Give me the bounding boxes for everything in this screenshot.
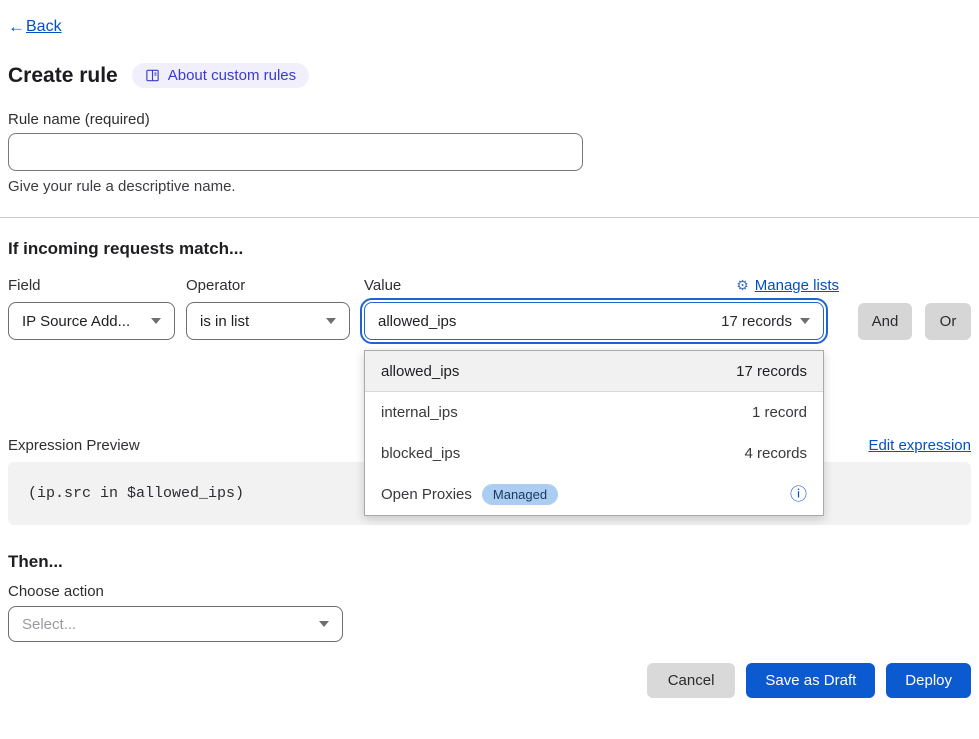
field-select-value: IP Source Add... [22, 313, 130, 330]
rule-name-input[interactable] [8, 133, 583, 171]
back-link[interactable]: ←Back [8, 17, 62, 37]
info-icon[interactable]: ⓘ [790, 486, 807, 503]
operator-label: Operator [186, 277, 350, 294]
action-select-placeholder: Select... [22, 616, 76, 633]
managed-badge: Managed [482, 484, 558, 505]
value-select-name: allowed_ips [378, 313, 456, 330]
about-badge-label: About custom rules [168, 67, 296, 84]
value-select-count: 17 records [721, 313, 792, 330]
rule-name-label: Rule name (required) [8, 111, 971, 128]
match-section-heading: If incoming requests match... [8, 239, 971, 259]
dropdown-item-open-proxies[interactable]: Open Proxies Managed ⓘ [365, 474, 823, 515]
book-icon [145, 68, 160, 83]
deploy-button[interactable]: Deploy [886, 663, 971, 698]
operator-select-value: is in list [200, 313, 249, 330]
chevron-down-icon [319, 621, 329, 627]
choose-action-label: Choose action [8, 583, 971, 600]
expression-code: (ip.src in $allowed_ips) [28, 485, 244, 502]
list-name: blocked_ips [381, 445, 460, 462]
value-dropdown-panel: allowed_ips 17 records internal_ips 1 re… [364, 350, 824, 516]
save-as-draft-button[interactable]: Save as Draft [746, 663, 875, 698]
value-label: Value [364, 277, 401, 294]
dropdown-item-internal-ips[interactable]: internal_ips 1 record [365, 392, 823, 433]
create-rule-page: ←Back Create rule About custom rules Rul… [0, 17, 979, 698]
section-divider [0, 217, 979, 218]
gear-icon: ⚙ [736, 277, 749, 294]
chevron-down-icon [800, 318, 810, 324]
back-arrow-icon: ← [8, 17, 25, 37]
list-name: allowed_ips [381, 363, 459, 380]
field-select[interactable]: IP Source Add... [8, 302, 175, 340]
then-section-heading: Then... [8, 552, 971, 572]
and-button[interactable]: And [858, 303, 912, 340]
value-select[interactable]: allowed_ips 17 records [364, 302, 824, 340]
or-button[interactable]: Or [925, 303, 971, 340]
cancel-button[interactable]: Cancel [647, 663, 736, 698]
edit-expression-link[interactable]: Edit expression [868, 437, 971, 454]
list-record-count: 1 record [752, 404, 807, 421]
expression-preview-label: Expression Preview [8, 437, 140, 454]
list-name: Open Proxies [381, 486, 472, 503]
field-label: Field [8, 277, 175, 294]
chevron-down-icon [151, 318, 161, 324]
list-record-count: 17 records [736, 363, 807, 380]
page-title: Create rule [8, 64, 118, 88]
list-record-count: 4 records [744, 445, 807, 462]
manage-lists-link[interactable]: ⚙ Manage lists [736, 277, 839, 294]
action-select[interactable]: Select... [8, 606, 343, 642]
dropdown-item-blocked-ips[interactable]: blocked_ips 4 records [365, 433, 823, 474]
chevron-down-icon [326, 318, 336, 324]
list-name: internal_ips [381, 404, 458, 421]
operator-select[interactable]: is in list [186, 302, 350, 340]
rule-name-helper: Give your rule a descriptive name. [8, 178, 971, 195]
dropdown-item-allowed-ips[interactable]: allowed_ips 17 records [365, 351, 823, 392]
about-custom-rules-link[interactable]: About custom rules [132, 63, 309, 88]
